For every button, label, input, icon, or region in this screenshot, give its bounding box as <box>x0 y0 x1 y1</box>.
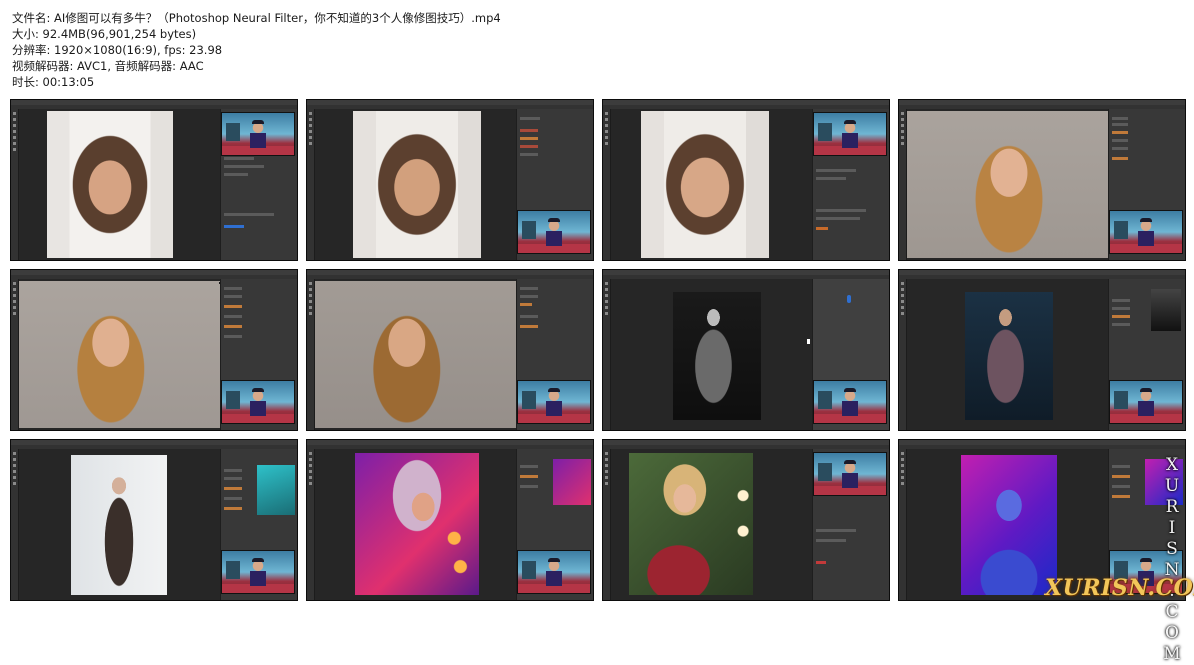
portrait-photo <box>47 111 173 258</box>
thumbnail-2[interactable] <box>306 99 594 261</box>
thumbnail-grid <box>10 99 1186 603</box>
portrait-photo <box>965 292 1053 420</box>
thumbnail-9[interactable] <box>10 439 298 601</box>
ps-canvas <box>19 279 223 430</box>
thumbnail-4[interactable] <box>898 99 1186 261</box>
ps-toolbar <box>307 449 315 600</box>
video-info-header: 文件名: AI修图可以有多牛？（Photoshop Neural Filter，… <box>12 10 501 90</box>
mouse-cursor <box>807 339 810 344</box>
portrait-photo <box>355 453 479 595</box>
webcam-overlay <box>813 380 887 424</box>
thumbnail-8[interactable] <box>898 269 1186 431</box>
portrait-photo <box>641 111 769 258</box>
codec-line: 视频解码器: AVC1, 音频解码器: AAC <box>12 59 204 73</box>
ps-canvas <box>315 279 519 430</box>
ps-toolbar <box>603 449 611 600</box>
ps-toolbar <box>603 279 611 430</box>
webcam-overlay <box>1109 380 1183 424</box>
ps-canvas <box>611 109 813 260</box>
portrait-photo <box>907 111 1111 258</box>
webcam-overlay <box>517 380 591 424</box>
portrait-photo <box>353 111 481 258</box>
thumbnail-6[interactable] <box>306 269 594 431</box>
ps-canvas <box>907 109 1111 260</box>
webcam-overlay <box>1109 210 1183 254</box>
ps-toolbar <box>899 449 907 600</box>
ps-toolbar <box>307 109 315 260</box>
size-line: 大小: 92.4MB(96,901,254 bytes) <box>12 27 197 41</box>
thumbnail-5[interactable] <box>10 269 298 431</box>
portrait-photo <box>673 292 761 420</box>
watermark-logo: XURISN.COM <box>1045 575 1194 601</box>
resolution-line: 分辨率: 1920×1080(16:9), fps: 23.98 <box>12 43 223 57</box>
webcam-overlay <box>813 112 887 156</box>
ps-canvas <box>315 449 517 600</box>
portrait-photo <box>19 281 223 428</box>
webcam-overlay <box>221 380 295 424</box>
ps-canvas <box>611 449 813 600</box>
ps-toolbar <box>899 279 907 430</box>
thumbnail-11[interactable] <box>602 439 890 601</box>
ps-toolbar <box>603 109 611 260</box>
ps-canvas <box>19 109 221 260</box>
portrait-photo <box>961 455 1057 595</box>
ps-toolbar <box>11 279 19 430</box>
ps-canvas <box>907 279 1109 430</box>
ps-toolbar <box>11 109 19 260</box>
ps-canvas <box>19 449 221 600</box>
webcam-overlay <box>221 550 295 594</box>
ps-toolbar <box>307 279 315 430</box>
webcam-overlay <box>221 112 295 156</box>
ps-canvas <box>611 279 813 430</box>
filename-line: 文件名: AI修图可以有多牛？（Photoshop Neural Filter，… <box>12 11 501 25</box>
ps-canvas <box>315 109 517 260</box>
thumbnail-3[interactable] <box>602 99 890 261</box>
thumbnail-7[interactable] <box>602 269 890 431</box>
portrait-photo <box>315 281 519 428</box>
duration-line: 时长: 00:13:05 <box>12 75 95 89</box>
thumbnail-1[interactable] <box>10 99 298 261</box>
portrait-photo <box>71 455 167 595</box>
ps-toolbar <box>899 109 907 260</box>
portrait-photo <box>629 453 753 595</box>
webcam-overlay <box>517 210 591 254</box>
webcam-overlay <box>517 550 591 594</box>
ps-toolbar <box>11 449 19 600</box>
webcam-overlay <box>813 452 887 496</box>
thumbnail-10[interactable] <box>306 439 594 601</box>
